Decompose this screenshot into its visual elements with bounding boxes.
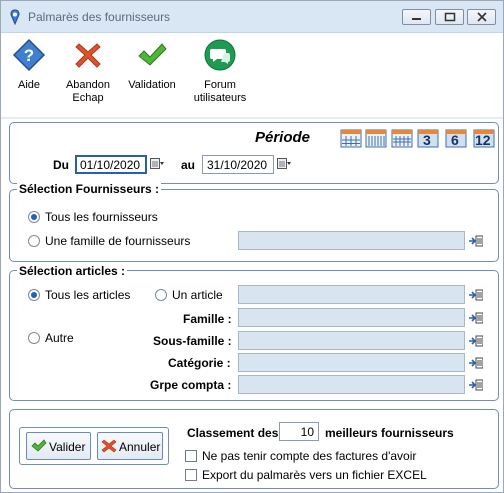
article-field[interactable]	[238, 285, 465, 304]
cancel-x-icon	[101, 439, 117, 453]
toolbar-divider	[1, 117, 503, 119]
du-label: Du	[53, 158, 69, 172]
au-label: au	[181, 158, 196, 172]
checkbox-avoir[interactable]	[185, 450, 197, 462]
forum-button[interactable]: Forum utilisateurs	[191, 38, 249, 105]
palmares-window: Palmarès des fournisseurs ? Aide Abandon…	[0, 0, 504, 493]
classement-prefix: Classement des	[187, 426, 279, 440]
toolbar: ? Aide Abandon Echap Validation Forum ut	[1, 34, 503, 116]
forum-label-2: utilisateurs	[193, 92, 247, 104]
export-excel-label: Export du palmarès vers un fichier EXCEL	[202, 468, 427, 482]
calendar-3-months-button[interactable]: 3	[417, 128, 439, 148]
list-select-icon[interactable]	[469, 289, 483, 301]
tous-articles-label: Tous les articles	[45, 288, 131, 302]
list-select-icon[interactable]	[469, 235, 483, 247]
app-icon	[10, 9, 20, 25]
valider-button[interactable]: Valider	[26, 432, 91, 460]
annuler-label: Annuler	[119, 440, 161, 454]
aide-label: Aide	[17, 79, 41, 91]
list-select-icon[interactable]	[469, 312, 483, 324]
fournisseurs-group	[9, 189, 499, 262]
help-icon: ?	[12, 38, 46, 72]
articles-title: Sélection articles :	[17, 264, 128, 278]
aide-button[interactable]: ? Aide	[11, 38, 47, 92]
autre-label: Autre	[45, 331, 74, 345]
radio-un-article[interactable]	[155, 289, 167, 301]
minimize-button[interactable]	[402, 9, 431, 25]
maximize-button[interactable]	[435, 9, 464, 25]
calendar-picker-icon[interactable]	[150, 158, 164, 170]
famille-fournisseurs-field[interactable]	[238, 231, 465, 250]
calendar-3-label: 3	[423, 132, 431, 148]
sous-famille-label: Sous-famille :	[153, 334, 232, 348]
calendar-12-months-button[interactable]: 12	[473, 128, 495, 148]
calendar-day-button[interactable]	[340, 128, 362, 148]
window-title: Palmarès des fournisseurs	[28, 10, 171, 24]
calendar-week-button[interactable]	[365, 128, 387, 148]
abandon-button[interactable]: Abandon Echap	[63, 38, 113, 105]
calendar-6-months-button[interactable]: 6	[445, 128, 467, 148]
radio-tous-fournisseurs[interactable]	[28, 211, 40, 223]
checkmark-icon	[138, 43, 167, 66]
date-from-input[interactable]: 01/10/2020	[75, 155, 147, 174]
radio-famille-fournisseurs[interactable]	[28, 235, 40, 247]
title-bar: Palmarès des fournisseurs	[1, 1, 503, 33]
minimize-icon	[412, 18, 421, 20]
validation-label: Validation	[128, 79, 176, 91]
sous-famille-field[interactable]	[238, 331, 465, 350]
calendar-picker-icon[interactable]	[277, 158, 291, 170]
valider-label: Valider	[49, 440, 86, 454]
tous-fournisseurs-label: Tous les fournisseurs	[45, 210, 158, 224]
fournisseurs-title: Sélection Fournisseurs :	[17, 182, 162, 196]
grpe-compta-field[interactable]	[238, 375, 465, 394]
cancel-x-icon	[75, 43, 101, 68]
list-select-icon[interactable]	[469, 335, 483, 347]
close-button[interactable]	[467, 9, 496, 25]
classement-count-input[interactable]: 10	[279, 422, 319, 441]
list-select-icon[interactable]	[469, 357, 483, 369]
abandon-label-1: Abandon	[65, 79, 111, 91]
close-icon	[477, 12, 487, 22]
grpe-compta-label: Grpe compta :	[150, 378, 232, 392]
radio-tous-articles[interactable]	[28, 289, 40, 301]
famille-label: Famille :	[183, 312, 232, 326]
categorie-field[interactable]	[238, 353, 465, 372]
checkbox-export-excel[interactable]	[185, 469, 197, 481]
svg-text:?: ?	[24, 46, 34, 65]
maximize-icon	[444, 12, 456, 22]
annuler-button[interactable]: Annuler	[97, 432, 163, 460]
validation-button[interactable]: Validation	[127, 38, 177, 92]
abandon-label-2: Echap	[72, 92, 104, 104]
checkmark-icon	[31, 439, 47, 452]
calendar-month-button[interactable]	[391, 128, 413, 148]
calendar-12-label: 12	[475, 132, 491, 148]
calendar-6-label: 6	[451, 132, 459, 148]
categorie-label: Catégorie :	[168, 356, 231, 370]
radio-autre[interactable]	[28, 332, 40, 344]
periode-title: Période	[255, 129, 311, 146]
famille-field[interactable]	[238, 308, 465, 327]
un-article-label: Un article	[172, 288, 223, 302]
list-select-icon[interactable]	[469, 379, 483, 391]
avoir-label: Ne pas tenir compte des factures d'avoir	[202, 449, 417, 463]
forum-chat-icon	[204, 39, 236, 71]
date-to-input[interactable]: 31/10/2020	[202, 155, 274, 174]
famille-fournisseurs-label: Une famille de fournisseurs	[45, 234, 191, 248]
forum-label-1: Forum	[204, 79, 236, 91]
classement-suffix: meilleurs fournisseurs	[325, 426, 454, 440]
